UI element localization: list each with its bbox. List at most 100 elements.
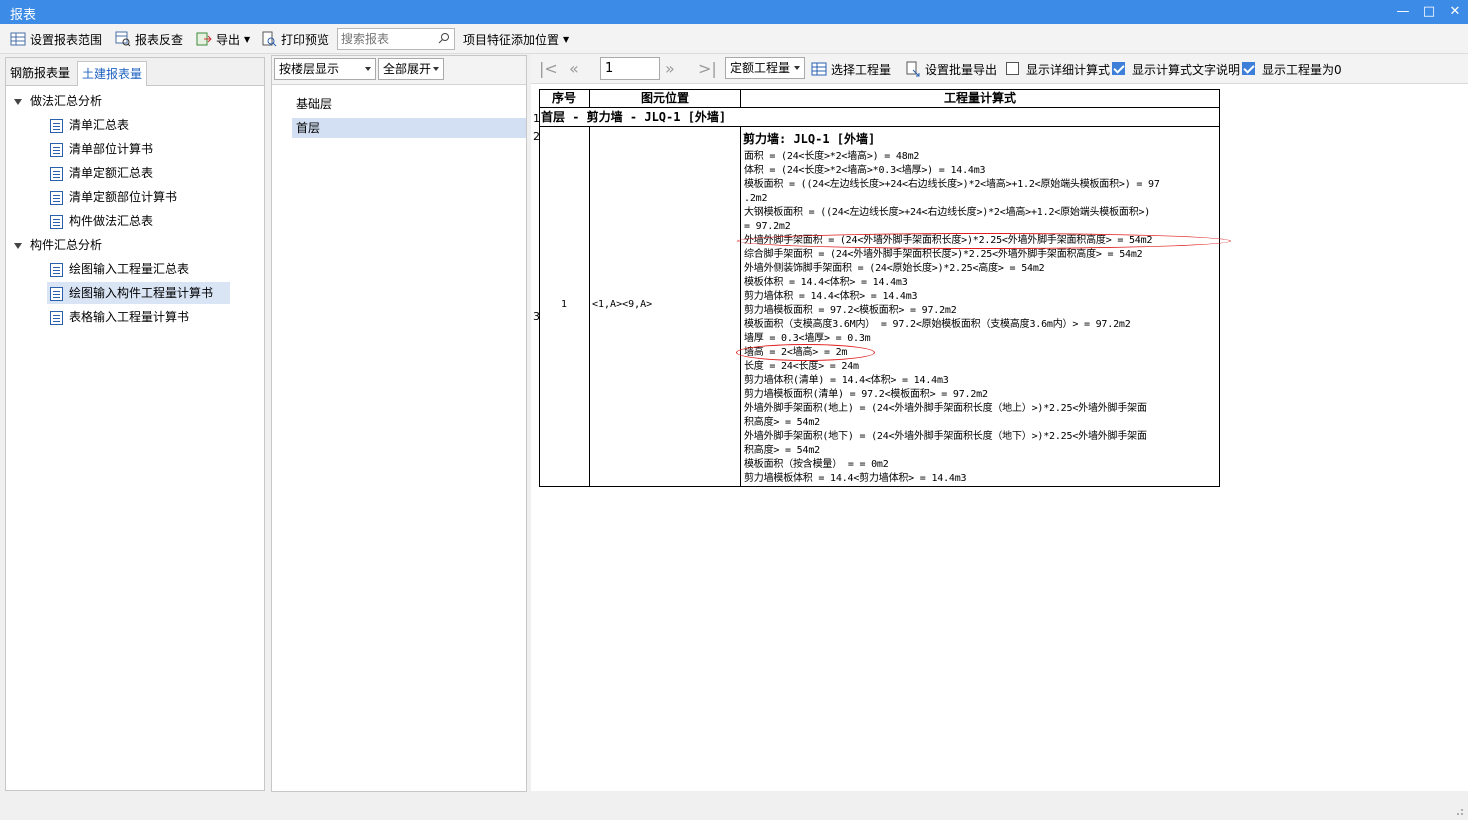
expand-mode-value: 全部展开 (383, 62, 432, 76)
select-quantity-label: 选择工程量 (831, 62, 892, 77)
tree-item-bill-summary[interactable]: 清单汇总表 (50, 114, 129, 136)
select-quantity-button[interactable]: 选择工程量 (811, 59, 891, 79)
formula-line: 积高度> = 54m2 (744, 445, 820, 456)
quantity-type-value: 定额工程量 (730, 61, 791, 75)
formula-line: 模板面积（按含模量） = = 0m2 (744, 459, 889, 470)
report-search-input[interactable] (338, 29, 434, 49)
chevron-down-icon: ▼ (563, 34, 570, 44)
show-text-desc-label: 显示计算式文字说明 (1132, 63, 1241, 77)
tree-item-label: 绘图输入工程量汇总表 (69, 262, 190, 276)
highlight-ellipse (737, 233, 1231, 249)
tree-item-table-calc-book[interactable]: 表格输入工程量计算书 (50, 306, 189, 328)
minimize-button[interactable]: — (1390, 0, 1416, 24)
formula-line: 体积 = (24<长度>*2<墙高>*0.3<墙厚>) = 14.4m3 (744, 165, 986, 176)
floor-item-foundation[interactable]: 基础层 (292, 94, 526, 114)
search-icon[interactable] (438, 32, 450, 44)
tree-item-component-method[interactable]: 构件做法汇总表 (50, 210, 153, 232)
component-title: 剪力墙: JLQ-1 [外墙] (743, 132, 876, 146)
floor-panel: 按楼层显示 全部展开 基础层 首层 (271, 55, 527, 792)
formula-line: 剪力墙体积 = 14.4<体积> = 14.4m3 (744, 291, 918, 302)
set-range-label: 设置报表范围 (30, 32, 103, 47)
floor-item-first[interactable]: 首层 (292, 118, 526, 138)
tree-item-bill-quota-summary[interactable]: 清单定额汇总表 (50, 162, 153, 184)
window-title: 报表 (10, 8, 37, 23)
formula-line: 面积 = (24<长度>*2<墙高>) = 48m2 (744, 151, 920, 162)
quantity-type-select[interactable]: 定额工程量 (725, 57, 805, 79)
main-toolbar: 设置报表范围 报表反查 导出 ▼ 打印预览 项目特征添加位置 ▼ (0, 24, 1468, 54)
cell-location: <1,A><9,A> (590, 127, 741, 487)
formula-line: 积高度> = 54m2 (744, 417, 820, 428)
resize-grip-icon[interactable] (1454, 806, 1464, 816)
show-detail-label: 显示详细计算式 (1026, 63, 1111, 77)
tree-group-component-summary[interactable]: 构件汇总分析 (14, 234, 102, 256)
maximize-button[interactable]: □ (1416, 0, 1442, 24)
show-detail-checkbox[interactable] (1006, 62, 1019, 75)
print-preview-button[interactable]: 打印预览 (261, 29, 329, 49)
chevron-down-icon (794, 66, 800, 70)
display-mode-value: 按楼层显示 (279, 62, 340, 76)
reverse-lookup-button[interactable]: 报表反查 (115, 29, 183, 49)
tab-civil-report[interactable]: 土建报表量 (77, 61, 148, 86)
tree-item-bill-quota-location[interactable]: 清单定额部位计算书 (50, 186, 177, 208)
report-doc-icon (50, 262, 63, 277)
formula-line: 剪力墙模板面积 = 97.2<模板面积> = 97.2m2 (744, 305, 957, 316)
formula-line: 模板体积 = 14.4<体积> = 14.4m3 (744, 277, 908, 288)
tree-item-drawing-summary[interactable]: 绘图输入工程量汇总表 (50, 258, 189, 280)
tree-group-label: 构件汇总分析 (30, 238, 103, 252)
tree-group-method-summary[interactable]: 做法汇总分析 (14, 90, 102, 112)
chevron-down-icon (365, 67, 371, 71)
print-preview-label: 打印预览 (281, 32, 330, 47)
tree-item-label: 绘图输入构件工程量计算书 (69, 286, 214, 300)
formula-line: 外墙外侧装饰脚手架面积 = (24<原始长度>)*2.25<高度> = 54m2 (744, 263, 1045, 274)
batch-export-icon (906, 61, 920, 77)
display-mode-select[interactable]: 按楼层显示 (274, 58, 376, 80)
first-page-icon[interactable]: |< (539, 59, 558, 78)
tree-item-label: 清单部位计算书 (69, 142, 154, 156)
add-feature-dropdown[interactable]: 项目特征添加位置 ▼ (463, 29, 569, 49)
tree-item-label: 构件做法汇总表 (69, 214, 154, 228)
floor-panel-toolbar: 按楼层显示 全部展开 (272, 56, 526, 85)
expand-arrow-icon[interactable] (14, 98, 22, 105)
close-button[interactable]: ✕ (1442, 0, 1468, 24)
tree-item-label: 表格输入工程量计算书 (69, 310, 190, 324)
report-doc-icon (50, 190, 63, 205)
report-doc-icon (50, 142, 63, 157)
set-range-button[interactable]: 设置报表范围 (10, 29, 102, 49)
page-number-input[interactable]: 1 (600, 57, 660, 80)
export-label: 导出 (216, 32, 241, 47)
tree-item-label: 清单汇总表 (69, 118, 130, 132)
show-text-desc-checkbox[interactable] (1112, 62, 1125, 75)
table-settings-icon (10, 32, 26, 46)
expand-arrow-icon[interactable] (14, 242, 22, 249)
tab-rebar-report[interactable]: 钢筋报表量 (6, 61, 74, 86)
last-page-icon[interactable]: >| (698, 59, 717, 78)
next-page-icon[interactable]: » (665, 59, 675, 78)
batch-export-button[interactable]: 设置批量导出 (905, 59, 997, 79)
header-location: 图元位置 (590, 90, 741, 108)
export-icon (196, 32, 212, 46)
formula-line: 综合脚手架面积 = (24<外墙外脚手架面积长度>)*2.25<外墙外脚手架面积… (744, 249, 1143, 260)
highlight-ellipse (736, 344, 875, 361)
cell-formulas: 剪力墙: JLQ-1 [外墙] 面积 = (24<长度>*2<墙高>) = 48… (741, 127, 1220, 487)
grid-select-icon (811, 62, 827, 76)
header-formula: 工程量计算式 (741, 90, 1220, 108)
report-doc-icon (50, 214, 63, 229)
export-dropdown[interactable]: 导出 ▼ (196, 29, 250, 49)
expand-mode-select[interactable]: 全部展开 (378, 58, 444, 80)
tree-item-drawing-calc-book[interactable]: 绘图输入构件工程量计算书 (47, 282, 230, 304)
prev-page-icon[interactable]: « (569, 59, 579, 78)
tree-item-bill-location[interactable]: 清单部位计算书 (50, 138, 153, 160)
add-feature-label: 项目特征添加位置 (463, 32, 560, 47)
show-zero-checkbox[interactable] (1242, 62, 1255, 75)
table-search-icon (115, 31, 131, 47)
formula-line: = 97.2m2 (744, 221, 791, 232)
batch-export-label: 设置批量导出 (925, 62, 998, 77)
report-tree-panel: 钢筋报表量 土建报表量 做法汇总分析 清单汇总表 清单部位计算书 清单定额汇总表… (5, 57, 265, 791)
report-doc-icon (50, 310, 63, 325)
calc-report-table: 序号 图元位置 工程量计算式 首层 - 剪力墙 - JLQ-1 [外墙] 1 <… (539, 89, 1231, 487)
show-zero-label: 显示工程量为0 (1262, 63, 1342, 77)
report-search-box (337, 28, 455, 50)
chevron-down-icon: ▼ (244, 34, 251, 44)
preview-toolbar: |< « 1 » >| 定额工程量 选择工程量 设置批量导出 显示详细计算式 显… (531, 54, 1468, 84)
formula-line: 外墙外脚手架面积(地下) = (24<外墙外脚手架面积长度（地下）>)*2.25… (744, 431, 1147, 442)
